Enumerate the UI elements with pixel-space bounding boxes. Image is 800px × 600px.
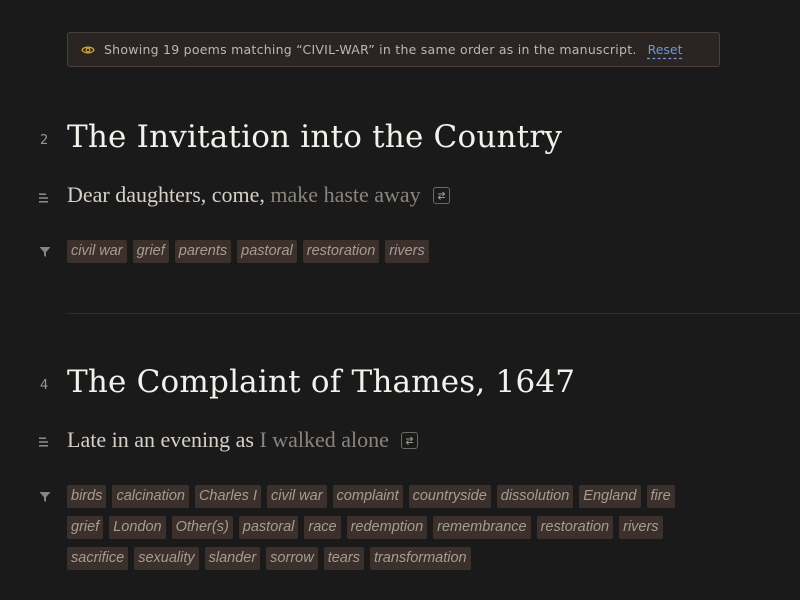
tag[interactable]: rivers: [385, 240, 429, 263]
first-line-fade: make haste away: [270, 182, 421, 207]
tag[interactable]: Charles I: [194, 485, 261, 508]
tag[interactable]: grief: [67, 516, 104, 539]
first-line-icon: [38, 435, 50, 447]
filter-banner: Showing 19 poems matching “CIVIL-WAR” in…: [67, 32, 720, 67]
poem-title[interactable]: The Invitation into the Country: [67, 119, 562, 155]
eye-icon: [81, 43, 95, 57]
tag[interactable]: complaint: [332, 485, 403, 508]
tag[interactable]: sexuality: [134, 547, 199, 570]
swap-icon: [437, 191, 445, 200]
first-line-icon: [38, 191, 50, 203]
tag[interactable]: London: [109, 516, 166, 539]
tag[interactable]: redemption: [346, 516, 428, 539]
tag[interactable]: calcination: [112, 485, 189, 508]
divider: [67, 313, 800, 314]
first-line: Dear daughters, come, make haste away: [67, 182, 450, 208]
tag[interactable]: remembrance: [433, 516, 531, 539]
poem-title[interactable]: The Complaint of Thames, 1647: [67, 364, 575, 400]
reset-link[interactable]: Reset: [648, 42, 683, 57]
filter-icon: [39, 490, 51, 502]
tag-list: civil war grief parents pastoral restora…: [67, 240, 767, 263]
tag[interactable]: civil war: [67, 240, 127, 263]
first-line-lead: Dear daughters, come,: [67, 182, 265, 207]
first-line-fade: I walked alone: [259, 427, 389, 452]
tag[interactable]: race: [304, 516, 341, 539]
tag[interactable]: tears: [323, 547, 364, 570]
poem-number: 2: [40, 133, 49, 148]
tag[interactable]: Other(s): [171, 516, 233, 539]
tag[interactable]: countryside: [408, 485, 491, 508]
filter-message: Showing 19 poems matching “CIVIL-WAR” in…: [104, 42, 637, 57]
tag[interactable]: grief: [132, 240, 169, 263]
tag[interactable]: pastoral: [237, 240, 297, 263]
tag[interactable]: pastoral: [238, 516, 299, 539]
tag[interactable]: civil war: [266, 485, 327, 508]
tag[interactable]: restoration: [536, 516, 614, 539]
tag[interactable]: rivers: [619, 516, 663, 539]
poem-number: 4: [40, 378, 49, 393]
tag-list: birds calcination Charles I civil war co…: [67, 485, 677, 570]
tag[interactable]: fire: [646, 485, 675, 508]
tag[interactable]: transformation: [369, 547, 471, 570]
tag[interactable]: slander: [204, 547, 261, 570]
expand-first-line-button[interactable]: [432, 186, 450, 204]
first-line-lead: Late in an evening as: [67, 427, 254, 452]
expand-first-line-button[interactable]: [400, 431, 418, 449]
filter-icon: [39, 245, 51, 257]
tag[interactable]: birds: [67, 485, 107, 508]
tag[interactable]: England: [579, 485, 641, 508]
tag[interactable]: sacrifice: [67, 547, 129, 570]
tag[interactable]: dissolution: [496, 485, 574, 508]
tag[interactable]: restoration: [302, 240, 380, 263]
swap-icon: [405, 436, 414, 445]
tag[interactable]: sorrow: [266, 547, 318, 570]
first-line: Late in an evening as I walked alone: [67, 427, 418, 453]
tag[interactable]: parents: [174, 240, 232, 263]
